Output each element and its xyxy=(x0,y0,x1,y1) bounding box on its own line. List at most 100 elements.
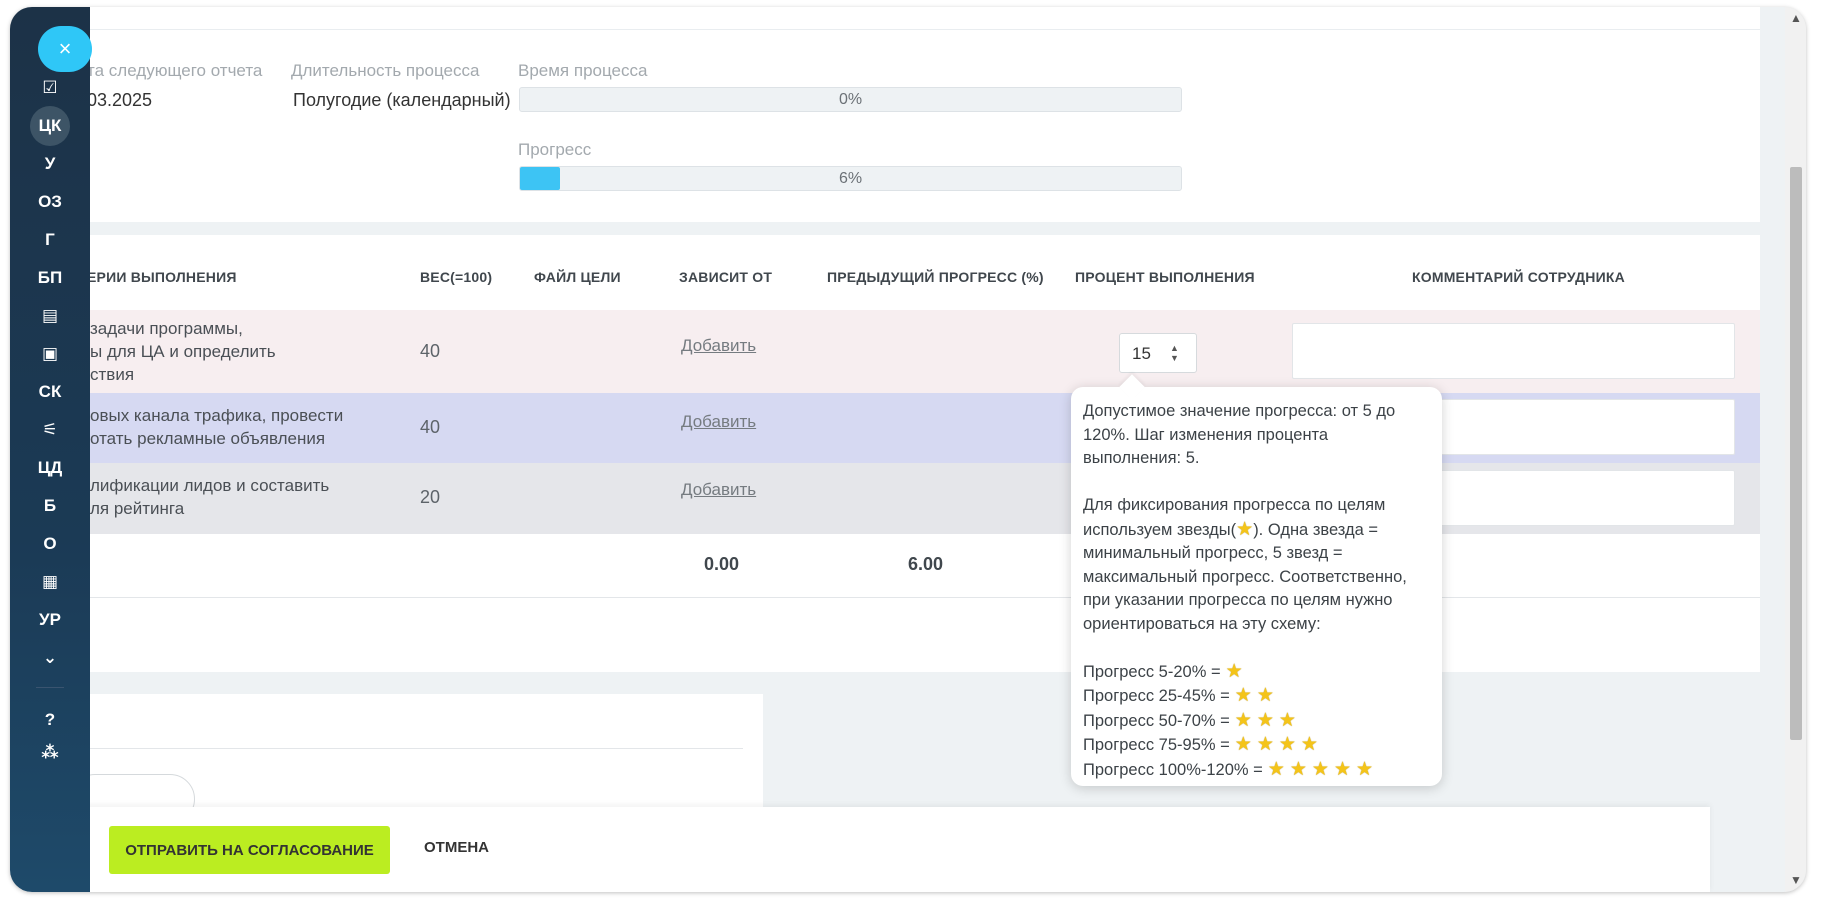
time-label: Время процесса xyxy=(518,61,648,80)
scroll-up-icon[interactable]: ▲ xyxy=(1790,11,1802,25)
progress-label: Прогресс xyxy=(518,140,592,159)
scale-text: Прогресс 75-95% = xyxy=(1083,736,1230,754)
add-dependency-link[interactable]: Добавить xyxy=(681,412,756,432)
star-icon: ★ xyxy=(1311,758,1329,780)
weight-value: 40 xyxy=(420,341,441,361)
next-report-label: та следующего отчета xyxy=(87,61,263,80)
total-depends: 0.00 xyxy=(704,554,740,574)
star-icon: ★ xyxy=(1289,758,1307,780)
calendar-icon[interactable]: ▤ xyxy=(10,298,90,334)
star-icon: ★ xyxy=(1355,758,1374,780)
sidebar-item-bp[interactable]: БП xyxy=(10,260,90,296)
tooltip-text: при указании прогресса по целям нужно xyxy=(1083,591,1393,609)
divider xyxy=(90,748,743,749)
duration-label: Длительность процесса xyxy=(291,61,480,80)
progress-tooltip: Допустимое значение прогресса: от 5 до 1… xyxy=(1071,387,1442,786)
scale-text: Прогресс 25-45% = xyxy=(1083,687,1230,705)
sidebar-item-ck[interactable]: ЦК xyxy=(10,106,90,146)
sidebar-item-u[interactable]: У xyxy=(10,146,90,182)
criteria-text: лификации лидов и составить ля рейтинга xyxy=(90,476,330,518)
add-dependency-link[interactable]: Добавить xyxy=(681,480,756,500)
star-icon: ★ xyxy=(1333,758,1351,780)
star-icon: ★ xyxy=(1267,758,1285,780)
tooltip-text: минимальный прогресс, 5 звезд = xyxy=(1083,544,1343,562)
weight-value: 20 xyxy=(420,487,441,507)
scroll-thumb[interactable] xyxy=(1790,167,1802,740)
header-prev-progress: ПРЕДЫДУЩИЙ ПРОГРЕСС (%) xyxy=(827,269,1044,285)
scrollbar[interactable]: ▲ ▼ xyxy=(1785,7,1806,892)
scale-text: Прогресс 5-20% = xyxy=(1083,662,1221,681)
structure-icon[interactable]: ⁂ xyxy=(10,735,90,771)
cancel-button[interactable]: ОТМЕНА xyxy=(424,839,489,856)
scale-line: Прогресс 100%-120% = ★ ★ ★ ★ ★ xyxy=(1083,758,1430,783)
star-icon: ★ xyxy=(1256,734,1274,755)
star-scale: Прогресс 5-20% = ★ Прогресс 25-45% = ★ ★ Прог… xyxy=(1083,660,1430,783)
percent-stepper[interactable]: 15 ▲ ▼ xyxy=(1119,333,1197,373)
tooltip-text: ориентироваться на эту схему: xyxy=(1083,614,1321,633)
criteria-table: ЕРИИ ВЫПОЛНЕНИЯ ВЕС(=100) ФАЙЛ ЦЕЛИ ЗАВИ… xyxy=(87,235,1760,672)
star-icon: ★ xyxy=(1234,734,1252,755)
sidebar-item-g[interactable]: Г xyxy=(10,222,90,258)
star-icon: ★ xyxy=(1278,734,1296,755)
header-weight: ВЕС(=100) xyxy=(420,269,493,285)
process-info-card: та следующего отчета 03.2025 Длительност… xyxy=(87,7,1760,222)
tooltip-text: используем звезды(★). Одна звезда = xyxy=(1083,518,1379,540)
weight-value: 40 xyxy=(420,417,441,437)
submit-for-approval-button[interactable]: ОТПРАВИТЬ НА СОГЛАСОВАНИЕ xyxy=(109,826,390,874)
tooltip-text: 120%. Шаг изменения процента xyxy=(1083,425,1329,444)
footer-bar: ОТПРАВИТЬ НА СОГЛАСОВАНИЕ ОТМЕНА xyxy=(10,807,1710,892)
header-file: ФАЙЛ ЦЕЛИ xyxy=(534,269,621,285)
sliders-icon[interactable]: ⚟ xyxy=(10,412,90,448)
progress-text: 6% xyxy=(838,170,863,187)
star-icon: ★ xyxy=(1256,709,1274,731)
close-icon[interactable]: × xyxy=(38,26,92,72)
sidebar-item-ur[interactable]: УР xyxy=(10,602,90,638)
time-progress-text: 0% xyxy=(838,91,863,108)
star-icon: ★ xyxy=(1225,660,1243,682)
scale-line: Прогресс 50-70% = ★ ★ ★ xyxy=(1083,709,1430,734)
star-icon: ★ xyxy=(1234,685,1252,706)
star-icon: ★ xyxy=(1256,685,1274,706)
header-criteria: ЕРИИ ВЫПОЛНЕНИЯ xyxy=(87,269,237,285)
scale-line: Прогресс 25-45% = ★ ★ xyxy=(1083,684,1430,709)
sidebar-divider xyxy=(36,687,64,688)
duration-value: Полугодие (календарный) xyxy=(293,90,511,110)
header-depends: ЗАВИСИТ ОТ xyxy=(679,269,773,285)
tooltip-text: выполнения: 5. xyxy=(1083,449,1200,467)
scale-line: Прогресс 5-20% = ★ xyxy=(1083,660,1430,685)
sidebar-item-cd[interactable]: ЦД xyxy=(10,450,90,486)
tooltip-text: Допустимое значение прогресса: от 5 до xyxy=(1083,402,1396,420)
id-card-icon[interactable]: ▣ xyxy=(10,336,90,372)
help-icon[interactable]: ? xyxy=(10,702,90,738)
comment-input[interactable] xyxy=(1292,323,1735,379)
tooltip-text: максимальный прогресс. Соответственно, xyxy=(1083,567,1407,586)
time-progress-bar: 0% xyxy=(519,87,1182,112)
checklist-icon[interactable]: ☑ xyxy=(10,70,90,106)
table-row: овых канала трафика, провести отать рекл… xyxy=(90,393,1760,463)
header-percent: ПРОЦЕНТ ВЫПОЛНЕНИЯ xyxy=(1075,269,1255,285)
scroll-down-icon[interactable]: ▼ xyxy=(1790,873,1802,887)
scale-text: Прогресс 50-70% = xyxy=(1083,711,1230,730)
sidebar-item-o[interactable]: О xyxy=(10,526,90,562)
add-dependency-link[interactable]: Добавить xyxy=(681,336,756,356)
sidebar-item-sk[interactable]: СК xyxy=(10,374,90,410)
total-prev-progress: 6.00 xyxy=(908,554,944,574)
schedule-icon[interactable]: ▦ xyxy=(10,564,90,600)
app-window: × ☑ ЦК У ОЗ Г БП ▤ ▣ СК ⚟ ЦД Б О ▦ УР ⌄ … xyxy=(10,7,1806,892)
percent-value: 15 xyxy=(1132,344,1151,363)
sidebar-item-b[interactable]: Б xyxy=(10,488,90,524)
next-report-value: 03.2025 xyxy=(87,90,153,110)
table-row: задачи программы, ы для ЦА и определить … xyxy=(90,310,1760,393)
chevron-down-circle-icon[interactable]: ⌄ xyxy=(10,640,90,676)
scale-text: Прогресс 100%-120% = xyxy=(1083,760,1263,779)
table-row: лификации лидов и составить ля рейтинга … xyxy=(90,463,1760,534)
star-icon: ★ xyxy=(1234,709,1252,731)
sidebar-item-oz[interactable]: ОЗ xyxy=(10,184,90,220)
star-icon: ★ xyxy=(1300,734,1318,755)
stepper-arrows-icon[interactable]: ▲ ▼ xyxy=(1170,343,1179,363)
divider xyxy=(90,29,1760,30)
star-icon: ★ xyxy=(1278,709,1296,731)
sidebar: × ☑ ЦК У ОЗ Г БП ▤ ▣ СК ⚟ ЦД Б О ▦ УР ⌄ … xyxy=(10,7,92,892)
main-content: та следующего отчета 03.2025 Длительност… xyxy=(70,7,1760,892)
divider xyxy=(90,597,1760,598)
